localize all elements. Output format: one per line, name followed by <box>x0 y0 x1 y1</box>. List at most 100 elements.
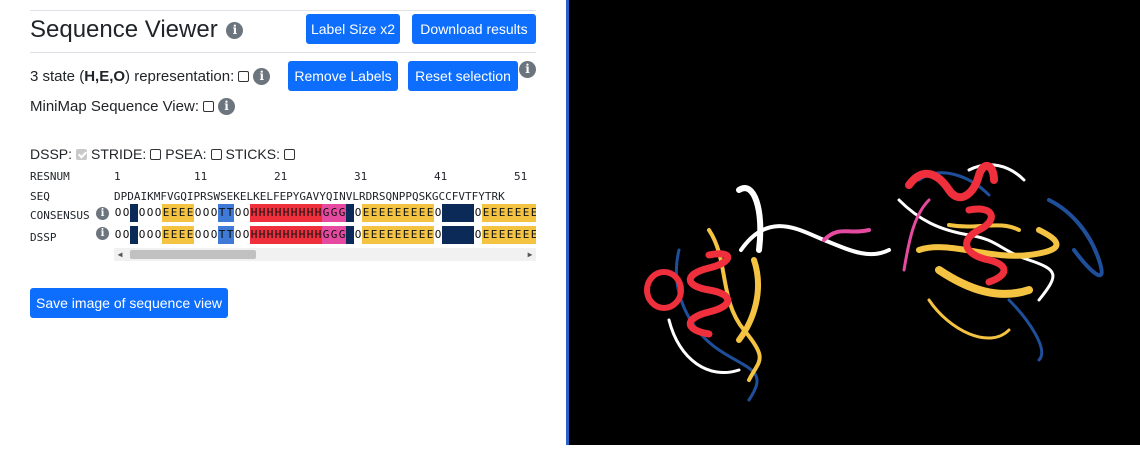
ss-cell[interactable]: O <box>202 226 210 244</box>
ss-cell[interactable]: O <box>138 204 146 222</box>
ss-cell[interactable]: H <box>274 204 282 222</box>
ss-cell[interactable]: H <box>282 204 290 222</box>
ss-cell[interactable]: O <box>146 204 154 222</box>
ss-cell[interactable]: O <box>154 226 162 244</box>
ss-cell[interactable]: O <box>234 204 242 222</box>
ss-cell[interactable]: T <box>226 226 234 244</box>
ss-cell[interactable]: S <box>130 226 138 244</box>
ss-cell[interactable]: E <box>506 204 514 222</box>
ss-cell[interactable]: E <box>402 226 410 244</box>
ss-cell[interactable]: E <box>498 204 506 222</box>
protein-structure-render[interactable] <box>569 0 1140 445</box>
ss-cell[interactable]: E <box>418 204 426 222</box>
ss-cell[interactable]: S <box>130 204 138 222</box>
ss-cell[interactable]: O <box>154 204 162 222</box>
ss-cell[interactable]: O <box>242 204 250 222</box>
psea-checkbox[interactable] <box>210 148 222 160</box>
ss-cell[interactable]: H <box>258 226 266 244</box>
ss-cell[interactable]: S <box>450 204 458 222</box>
ss-cell[interactable]: E <box>418 226 426 244</box>
sticks-checkbox[interactable] <box>283 148 295 160</box>
ss-cell[interactable]: H <box>298 226 306 244</box>
save-image-button[interactable]: Save image of sequence view <box>30 288 228 318</box>
ss-cell[interactable]: E <box>394 226 402 244</box>
ss-cell[interactable]: E <box>522 204 530 222</box>
ss-cell[interactable]: E <box>394 204 402 222</box>
ss-cell[interactable]: G <box>338 204 346 222</box>
horizontal-scrollbar[interactable]: ◀ ▶ <box>114 248 536 261</box>
ss-cell[interactable]: O <box>138 226 146 244</box>
ss-cell[interactable]: E <box>370 226 378 244</box>
ss-cell[interactable]: O <box>354 204 362 222</box>
ss-cell[interactable]: S <box>346 204 354 222</box>
info-icon[interactable]: i <box>217 97 235 115</box>
ss-cell[interactable]: E <box>378 226 386 244</box>
label-size-button[interactable]: Label Size x2 <box>306 14 400 44</box>
ss-cell[interactable]: G <box>338 226 346 244</box>
ss-cell[interactable]: H <box>290 204 298 222</box>
ss-cell[interactable]: T <box>218 226 226 244</box>
ss-cell[interactable]: H <box>266 204 274 222</box>
ss-cell[interactable]: E <box>186 204 194 222</box>
ss-cell[interactable]: S <box>450 226 458 244</box>
stride-checkbox[interactable] <box>150 148 162 160</box>
scroll-right-icon[interactable]: ▶ <box>524 248 536 261</box>
info-icon[interactable]: i <box>253 67 271 85</box>
ss-cell[interactable]: O <box>434 226 442 244</box>
ss-cell[interactable]: E <box>402 204 410 222</box>
ss-cell[interactable]: S <box>346 226 354 244</box>
ss-cell[interactable]: G <box>330 226 338 244</box>
ss-cell[interactable]: E <box>498 226 506 244</box>
ss-cell[interactable]: E <box>386 204 394 222</box>
ss-cell[interactable]: O <box>114 226 122 244</box>
info-icon[interactable]: i <box>96 207 109 220</box>
ss-cell[interactable]: O <box>202 204 210 222</box>
ss-cell[interactable]: H <box>250 204 258 222</box>
ss-cell[interactable]: G <box>322 204 330 222</box>
ss-cell[interactable]: O <box>122 226 130 244</box>
ss-cell[interactable]: O <box>194 226 202 244</box>
info-icon[interactable]: i <box>96 227 109 240</box>
ss-cell[interactable]: O <box>194 204 202 222</box>
ss-cell[interactable]: S <box>458 226 466 244</box>
ss-cell[interactable]: O <box>234 226 242 244</box>
ss-cell[interactable]: S <box>466 204 474 222</box>
ss-cell[interactable]: O <box>210 204 218 222</box>
ss-cell[interactable]: E <box>378 204 386 222</box>
ss-cell[interactable]: O <box>146 226 154 244</box>
ss-cell[interactable]: S <box>458 204 466 222</box>
ss-cell[interactable]: E <box>506 226 514 244</box>
ss-cell[interactable]: O <box>210 226 218 244</box>
ss-cell[interactable]: E <box>410 226 418 244</box>
ss-cell[interactable]: H <box>274 226 282 244</box>
ss-cell[interactable]: O <box>122 204 130 222</box>
three-state-checkbox[interactable] <box>238 70 250 82</box>
download-results-button[interactable]: Download results <box>412 14 536 44</box>
ss-cell[interactable]: E <box>490 204 498 222</box>
ss-cell[interactable]: H <box>266 226 274 244</box>
ss-cell[interactable]: S <box>442 226 450 244</box>
ss-cell[interactable]: E <box>162 226 170 244</box>
ss-cell[interactable]: E <box>530 204 536 222</box>
ss-cell[interactable]: O <box>114 204 122 222</box>
ss-cell[interactable]: E <box>370 204 378 222</box>
info-icon[interactable]: i <box>519 61 536 78</box>
ss-cell[interactable]: E <box>386 226 394 244</box>
ss-cell[interactable]: O <box>474 226 482 244</box>
ss-cell[interactable]: E <box>362 226 370 244</box>
info-icon[interactable]: i <box>226 22 244 40</box>
ss-cell[interactable]: E <box>514 204 522 222</box>
ss-cell[interactable]: E <box>482 204 490 222</box>
ss-cell[interactable]: O <box>354 226 362 244</box>
ss-cell[interactable]: H <box>290 226 298 244</box>
ss-cell[interactable]: E <box>490 226 498 244</box>
dssp-track[interactable]: OOSOOOEEEEOOOTTOOHHHHHHHHHGGGSOEEEEEEEEE… <box>114 226 536 247</box>
molecule-3d-viewer[interactable] <box>569 0 1140 445</box>
scroll-left-icon[interactable]: ◀ <box>114 248 126 261</box>
ss-cell[interactable]: T <box>218 204 226 222</box>
consensus-track[interactable]: OOSOOOEEEEOOOTTOOHHHHHHHHHGGGSOEEEEEEEEE… <box>114 204 536 225</box>
ss-cell[interactable]: E <box>514 226 522 244</box>
ss-cell[interactable]: H <box>306 226 314 244</box>
ss-cell[interactable]: H <box>314 226 322 244</box>
ss-cell[interactable]: O <box>434 204 442 222</box>
